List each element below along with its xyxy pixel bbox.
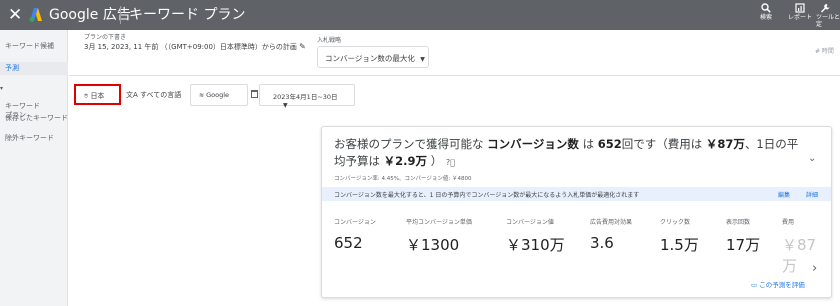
help-icon[interactable]: ?⃝ [446, 158, 455, 167]
top-app-bar: ✕ Google 広告 キーワード プラン 検索 レポート ツールと設定 [0, 0, 840, 30]
dropdown-caret-icon: ▼ [420, 56, 425, 63]
location-pin-icon: ⌾ [84, 92, 89, 100]
nav-item-saved-keywords[interactable]: 保存したキーワード [0, 114, 68, 123]
metric-roas: 広告費用対効果 3.6 [590, 219, 633, 252]
time-hint: # 時間 [815, 48, 834, 55]
forecast-summary: お客様のプランで獲得可能な コンバージョン数 は 652回です（費用は ￥87万… [334, 137, 799, 168]
metric-impressions: 表示回数 17万 [726, 219, 761, 254]
brand-name: Google 広告 [49, 7, 131, 23]
calendar-icon [251, 90, 258, 98]
search-icon [761, 3, 771, 13]
next-arrow-icon[interactable]: › [812, 261, 817, 276]
search-tool-label: 検索 [760, 14, 773, 21]
bid-strategy-label: 入札戦略 [317, 37, 342, 44]
header-divider [69, 75, 840, 76]
conversion-meta: コンバージョン率: 4.45%、コンバージョン値: ￥4800 [334, 176, 472, 182]
close-icon[interactable]: ✕ [8, 5, 22, 25]
page-title: キーワード プラン [129, 7, 246, 23]
expand-caret-icon: ▾ [0, 85, 4, 92]
collapse-chevron-icon[interactable]: ⌄ [808, 153, 816, 164]
rate-forecast-link[interactable]: ▭ この予測を評価 [751, 279, 805, 289]
metric-conversion-value: コンバージョン値 ￥310万 [506, 219, 565, 254]
metric-cost: 費用 ￥87万 [782, 219, 817, 275]
report-tool-button[interactable]: レポート [788, 3, 812, 21]
nav-item-negative-keywords[interactable]: 除外キーワード [0, 134, 68, 143]
report-icon [795, 3, 805, 13]
network-filter[interactable]: ≋ Google [190, 84, 248, 106]
nav-item-forecast[interactable]: 予測 [0, 62, 68, 75]
metric-conversions: コンバージョン 652 [334, 219, 376, 252]
report-tool-label: レポート [788, 14, 813, 21]
tools-settings-label: ツールと設定 [816, 14, 840, 28]
info-banner: コンバージョン数を最大化すると、1 日の予算内でコンバージョン数が最大になるよう… [322, 187, 831, 201]
metric-avg-cpa: 平均コンバージョン単価 ￥1300 [406, 219, 472, 254]
tools-settings-button[interactable]: ツールと設定 [816, 3, 840, 28]
edit-link[interactable]: 編集 [778, 190, 790, 199]
date-range-select[interactable]: 2023年4月1日~30日 ▼ [259, 84, 355, 109]
dropdown-caret-icon: ▼ [283, 102, 288, 109]
details-link[interactable]: 詳細 [806, 190, 818, 199]
feedback-icon: ▭ [751, 281, 758, 289]
translate-icon: 文A [126, 91, 138, 99]
google-ads-logo-icon [29, 8, 42, 22]
nav-item-keyword-ideas[interactable]: キーワード候補 [0, 42, 68, 51]
wrench-icon [821, 4, 830, 13]
forecast-card: お客様のプランで獲得可能な コンバージョン数 は 652回です（費用は ￥87万… [321, 126, 832, 298]
bid-strategy-select[interactable]: コンバージョン数の最大化 ▼ [317, 46, 429, 68]
edit-pencil-icon[interactable]: ✎ [299, 42, 306, 51]
metric-clicks: クリック数 1.5万 [660, 219, 699, 254]
language-filter[interactable]: 文A すべての言語 [126, 90, 181, 100]
left-navigation: キーワード候補 予測 ▾ キーワード プラン 保存したキーワード 除外キーワード [0, 30, 68, 306]
location-filter[interactable]: ⌾ 日本 [74, 84, 121, 105]
network-icon: ≋ [199, 92, 205, 99]
search-tool-button[interactable]: 検索 [760, 3, 772, 21]
title-divider [120, 6, 121, 24]
plan-date: 3月 15, 2023, 11 午前 （（GMT+09:00）日本標準時）からの… [84, 42, 306, 51]
plan-draft-label: プランの下書き [84, 34, 127, 41]
